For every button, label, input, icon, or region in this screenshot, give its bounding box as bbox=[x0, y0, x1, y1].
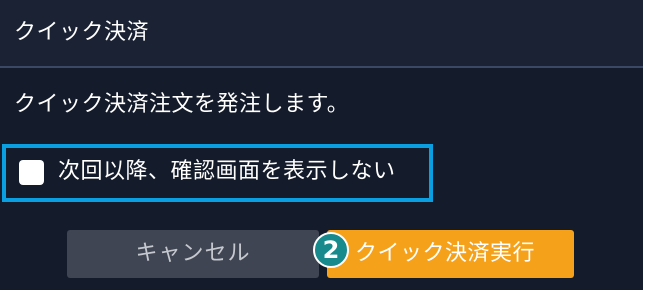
cancel-button[interactable]: キャンセル bbox=[67, 230, 319, 278]
execute-button-label: クイック決済実行 bbox=[355, 241, 536, 266]
step-number-badge: 2 bbox=[313, 232, 349, 268]
dialog-title: クイック決済 bbox=[14, 20, 150, 45]
quick-settlement-dialog: クイック決済 クイック決済注文を発注します。 次回以降、確認画面を表示しない キ… bbox=[0, 0, 646, 293]
dialog-header: クイック決済 bbox=[0, 0, 643, 68]
dont-show-again-label[interactable]: 次回以降、確認画面を表示しない bbox=[58, 157, 396, 187]
execute-quick-settlement-button[interactable]: クイック決済実行 bbox=[327, 230, 574, 278]
confirmation-message: クイック決済注文を発注します。 bbox=[14, 92, 350, 117]
dont-show-again-checkbox[interactable] bbox=[19, 160, 44, 185]
checkbox-highlight-frame: 次回以降、確認画面を表示しない bbox=[2, 144, 433, 202]
